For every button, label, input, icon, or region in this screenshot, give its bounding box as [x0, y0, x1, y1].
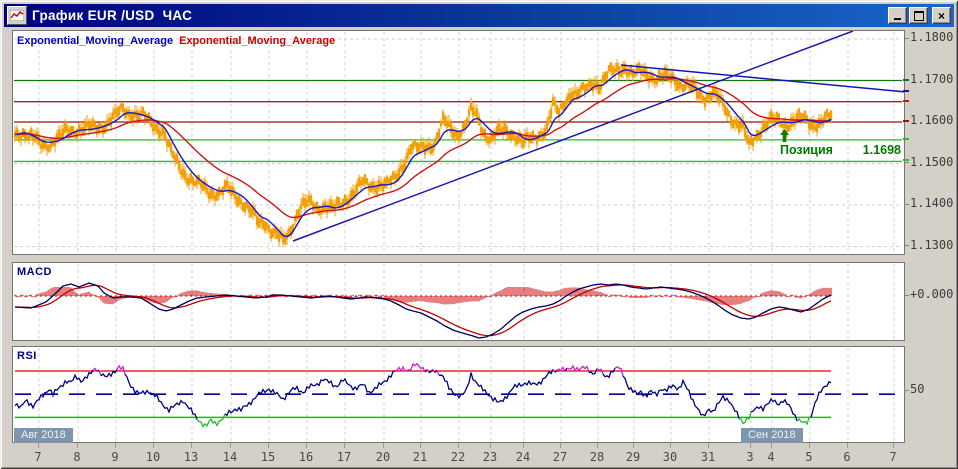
position-text: Позиция	[779, 143, 833, 157]
date-axis-label: 16	[298, 450, 314, 464]
ema-slow-legend[interactable]: Exponential_Moving_Average	[179, 35, 335, 47]
date-axis-tick	[191, 443, 192, 448]
date-axis-tick	[306, 443, 307, 448]
date-axis-tick	[420, 443, 421, 448]
level-axis-marker	[903, 120, 909, 122]
date-axis-tick	[38, 443, 39, 448]
minimize-icon	[894, 18, 901, 20]
maximize-icon	[913, 10, 924, 21]
date-axis-label: 7	[889, 450, 897, 464]
minimize-button[interactable]	[888, 7, 907, 24]
date-axis-label: 14	[222, 450, 238, 464]
date-axis-tick	[633, 443, 634, 448]
date-axis-label: 3	[746, 450, 754, 464]
date-axis-label: 21	[412, 450, 428, 464]
title-bar[interactable]: График EUR /USD ЧАС ×	[4, 4, 954, 27]
date-axis-tick	[847, 443, 848, 448]
position-value: 1.1698	[862, 143, 901, 157]
macd-label: MACD	[17, 266, 52, 278]
price-axis-tick	[904, 203, 909, 205]
date-axis-tick	[597, 443, 598, 448]
date-axis-tick	[383, 443, 384, 448]
date-axis-tick	[893, 443, 894, 448]
date-axis-tick	[560, 443, 561, 448]
date-axis-label: 23	[482, 450, 498, 464]
date-axis-label: 28	[589, 450, 605, 464]
price-axis-tick	[904, 245, 909, 246]
date-axis-label: 20	[375, 450, 391, 464]
trendline-axis-marker	[903, 90, 909, 92]
date-axis-label: 13	[183, 450, 199, 464]
rsi-axis-tick	[904, 389, 909, 391]
date-axis-label: 8	[73, 450, 81, 464]
price-axis-tick	[904, 162, 909, 163]
date-axis-tick	[230, 443, 231, 448]
date-axis-label: 27	[552, 450, 568, 464]
date-axis-label: 29	[625, 450, 641, 464]
date-axis-tick	[523, 443, 524, 448]
price-axis-label: 1.1800	[910, 30, 954, 44]
date-axis-tick	[77, 443, 78, 448]
date-axis-label: 31	[700, 450, 716, 464]
date-axis-tick	[153, 443, 154, 448]
price-axis-tick	[904, 37, 909, 39]
date-axis-tick	[344, 443, 345, 448]
price-axis-label: 1.1400	[910, 196, 954, 210]
level-axis-marker	[903, 78, 909, 81]
date-axis-label: 30	[662, 450, 678, 464]
date-axis-tick	[268, 443, 269, 448]
date-axis-label: 24	[515, 450, 531, 464]
maximize-button[interactable]	[909, 7, 928, 24]
macd-panel[interactable]: MACD	[12, 262, 905, 341]
date-axis-tick	[809, 443, 810, 448]
date-axis-label: 4	[767, 450, 775, 464]
rsi-axis-label: 50	[910, 382, 925, 396]
date-axis-tick	[115, 443, 116, 448]
date-axis-label: 17	[336, 450, 352, 464]
window-title: График EUR /USD ЧАС	[32, 8, 193, 23]
date-axis-label: 9	[111, 450, 119, 464]
date-axis-label: 7	[34, 450, 42, 464]
macd-canvas[interactable]	[13, 263, 904, 340]
rsi-label: RSI	[17, 350, 37, 362]
date-axis-label: 5	[805, 450, 813, 464]
ema-fast-legend[interactable]: Exponential_Moving_Average	[17, 35, 173, 47]
date-axis-tick	[771, 443, 772, 448]
arrow-up-icon	[779, 129, 862, 171]
date-axis-label: 15	[260, 450, 276, 464]
chart-window: График EUR /USD ЧАС × Exponential_Moving…	[0, 0, 958, 469]
date-axis-tick	[708, 443, 709, 448]
price-chart-canvas[interactable]	[13, 31, 904, 254]
level-axis-marker	[903, 99, 909, 102]
date-axis-label: 6	[843, 450, 851, 464]
price-chart-panel[interactable]: Exponential_Moving_Average Exponential_M…	[12, 30, 905, 255]
date-axis-tick	[458, 443, 459, 448]
price-axis-label: 1.1600	[910, 113, 954, 127]
level-axis-marker	[903, 159, 909, 162]
date-axis-tick	[750, 443, 751, 448]
month-label: Сен 2018	[741, 428, 803, 443]
macd-axis-label: +0.000	[910, 287, 954, 301]
date-axis-label: 10	[145, 450, 161, 464]
level-axis-marker	[903, 137, 909, 140]
close-button[interactable]: ×	[932, 7, 951, 24]
indicator-legend: Exponential_Moving_Average Exponential_M…	[17, 35, 335, 47]
date-axis-tick	[490, 443, 491, 448]
position-marker[interactable]: Позиция 1.1698	[779, 129, 901, 171]
price-axis-label: 1.1500	[910, 154, 954, 169]
month-label: Авг 2018	[14, 428, 73, 443]
macd-axis-tick	[904, 294, 909, 296]
chart-app-icon	[7, 6, 27, 25]
price-axis-label: 1.1700	[910, 71, 954, 86]
date-axis-tick	[670, 443, 671, 448]
date-axis-label: 22	[450, 450, 466, 464]
price-axis-label: 1.1300	[910, 237, 954, 252]
